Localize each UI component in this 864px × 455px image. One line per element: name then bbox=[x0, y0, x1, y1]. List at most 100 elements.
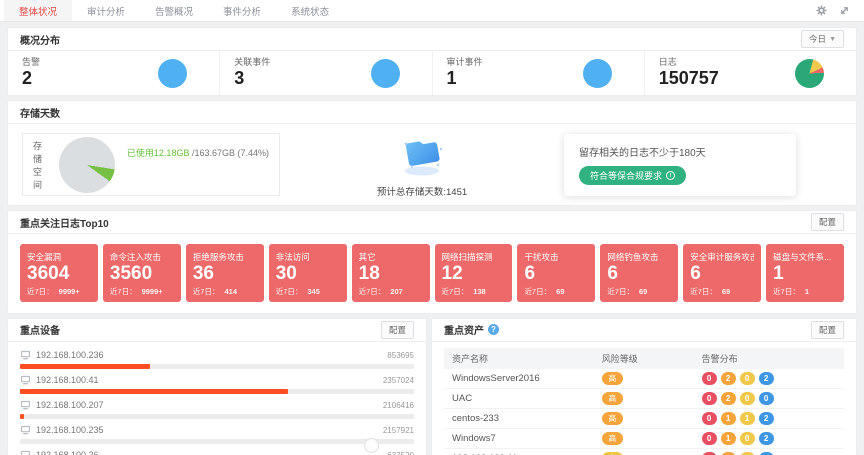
tab-audit-analysis[interactable]: 审计分析 bbox=[72, 0, 140, 21]
policy-text: 留存相关的日志不少于180天 bbox=[579, 144, 781, 159]
overview-title: 概况分布 bbox=[20, 32, 60, 47]
storage-title: 存储天数 bbox=[20, 105, 60, 120]
risk-badge: 高 bbox=[602, 392, 623, 405]
card-title: 其它 bbox=[359, 251, 423, 263]
recent-label: 近7日： bbox=[193, 287, 220, 296]
top-navbar: 整体状况 审计分析 告警概况 事件分析 系统状态 bbox=[0, 0, 864, 22]
recent-label: 近7日： bbox=[442, 287, 469, 296]
device-ip: 192.168.100.26 bbox=[36, 450, 99, 455]
info-icon: i bbox=[666, 171, 675, 180]
stat-logs: 日志 150757 bbox=[645, 51, 856, 95]
recent-value: 138 bbox=[473, 287, 486, 296]
tab-overall-status[interactable]: 整体状况 bbox=[4, 0, 72, 21]
alert-badge-high: 1 bbox=[721, 432, 736, 445]
card-title: 安全审计服务攻击 bbox=[690, 251, 754, 263]
alert-badge-low: 2 bbox=[759, 372, 774, 385]
recent-value: 1 bbox=[805, 287, 809, 296]
card-value: 36 bbox=[193, 263, 257, 286]
device-count: 637520 bbox=[387, 451, 414, 455]
col-asset-name: 资产名称 bbox=[452, 352, 602, 365]
device-icon bbox=[20, 450, 31, 455]
device-row: 192.168.100.235 2157921 bbox=[20, 424, 414, 444]
tab-alert-overview[interactable]: 告警概况 bbox=[140, 0, 208, 21]
card-value: 3604 bbox=[27, 263, 91, 286]
alert-badge-medium: 1 bbox=[740, 452, 755, 455]
device-count: 2357024 bbox=[383, 376, 414, 385]
device-ip: 192.168.100.235 bbox=[36, 425, 104, 435]
scroll-indicator bbox=[364, 438, 379, 453]
device-bar-track bbox=[20, 439, 414, 444]
log-type-card: 安全审计服务攻击 6 近7日：69 bbox=[683, 244, 761, 302]
card-value: 30 bbox=[276, 263, 340, 286]
card-title: 网络钓鱼攻击 bbox=[607, 251, 671, 263]
help-icon[interactable]: ? bbox=[488, 324, 499, 335]
alert-badge-high: 2 bbox=[721, 372, 736, 385]
device-icon bbox=[20, 400, 31, 410]
compliance-button[interactable]: 符合等保合规要求 i bbox=[579, 166, 686, 185]
asset-name: Windows7 bbox=[452, 433, 602, 444]
recent-value: 9999+ bbox=[59, 287, 80, 296]
recent-label: 近7日： bbox=[276, 287, 303, 296]
device-count: 853695 bbox=[387, 351, 414, 360]
asset-row: UAC 高 0 2 0 0 bbox=[444, 389, 844, 409]
date-filter-dropdown[interactable]: 今日 ▼ bbox=[801, 30, 844, 48]
card-value: 18 bbox=[359, 263, 423, 286]
card-title: 干扰攻击 bbox=[524, 251, 588, 263]
log-type-card: 非法访问 30 近7日：345 bbox=[269, 244, 347, 302]
recent-label: 近7日： bbox=[690, 287, 717, 296]
device-row: 192.168.100.236 853695 bbox=[20, 349, 414, 369]
recent-value: 207 bbox=[390, 287, 403, 296]
tab-system-status[interactable]: 系统状态 bbox=[276, 0, 344, 21]
device-ip: 192.168.100.236 bbox=[36, 350, 104, 360]
asset-row: Windows7 高 0 1 0 2 bbox=[444, 429, 844, 449]
folder-illustration-icon bbox=[394, 131, 450, 177]
stat-value: 1 bbox=[447, 68, 483, 89]
alert-badge-medium: 0 bbox=[740, 392, 755, 405]
chevron-down-icon: ▼ bbox=[829, 36, 836, 43]
alert-badge-critical: 0 bbox=[702, 412, 717, 425]
devices-config-button[interactable]: 配置 bbox=[381, 321, 414, 339]
top10-config-button[interactable]: 配置 bbox=[811, 213, 844, 231]
asset-row: 192.168.100.11 中 0 0 1 0 bbox=[444, 449, 844, 455]
device-icon bbox=[20, 375, 31, 385]
device-icon bbox=[20, 425, 31, 435]
card-value: 6 bbox=[607, 263, 671, 286]
audit-circle-icon bbox=[583, 59, 612, 88]
recent-label: 近7日： bbox=[359, 287, 386, 296]
tab-event-analysis[interactable]: 事件分析 bbox=[208, 0, 276, 21]
alert-circle-icon bbox=[158, 59, 187, 88]
device-bar-track bbox=[20, 389, 414, 394]
assets-config-button[interactable]: 配置 bbox=[811, 321, 844, 339]
device-bar-track bbox=[20, 414, 414, 419]
policy-card: 留存相关的日志不少于180天 符合等保合规要求 i bbox=[564, 134, 796, 196]
stat-label: 日志 bbox=[659, 57, 719, 67]
asset-name: centos-233 bbox=[452, 413, 602, 424]
device-bar-fill bbox=[20, 364, 150, 369]
log-type-card: 网络扫描探测 12 近7日：138 bbox=[435, 244, 513, 302]
alert-badge-high: 2 bbox=[721, 392, 736, 405]
alert-badge-medium: 0 bbox=[740, 432, 755, 445]
asset-row: centos-233 高 0 1 1 2 bbox=[444, 409, 844, 429]
device-count: 2157921 bbox=[383, 426, 414, 435]
recent-value: 345 bbox=[307, 287, 320, 296]
asset-name: UAC bbox=[452, 393, 602, 404]
recent-label: 近7日： bbox=[773, 287, 800, 296]
fullscreen-icon[interactable] bbox=[839, 5, 850, 16]
gear-icon[interactable] bbox=[816, 5, 827, 16]
alert-badge-critical: 0 bbox=[702, 372, 717, 385]
device-row: 192.168.100.26 637520 bbox=[20, 449, 414, 455]
device-row: 192.168.100.41 2357024 bbox=[20, 374, 414, 394]
devices-title: 重点设备 bbox=[20, 322, 60, 337]
log-type-card: 其它 18 近7日： 207 bbox=[352, 244, 430, 302]
stat-correlated-events: 关联事件 3 bbox=[220, 51, 432, 95]
log-type-card: 磁盘与文件系... 1 近7日：1 bbox=[766, 244, 844, 302]
card-title: 命令注入攻击 bbox=[110, 251, 174, 263]
recent-label: 近7日： bbox=[607, 287, 634, 296]
storage-used-value: 已使用12.18GB bbox=[127, 148, 190, 158]
alert-badge-low: 0 bbox=[759, 452, 774, 455]
card-value: 3560 bbox=[110, 263, 174, 286]
recent-value: 9999+ bbox=[142, 287, 163, 296]
assets-panel: 重点资产 ? 配置 资产名称 风险等级 告警分布 WindowsServer20… bbox=[432, 319, 856, 455]
alert-badge-medium: 0 bbox=[740, 372, 755, 385]
log-type-card: 安全漏洞 3604 近7日：9999+ bbox=[20, 244, 98, 302]
